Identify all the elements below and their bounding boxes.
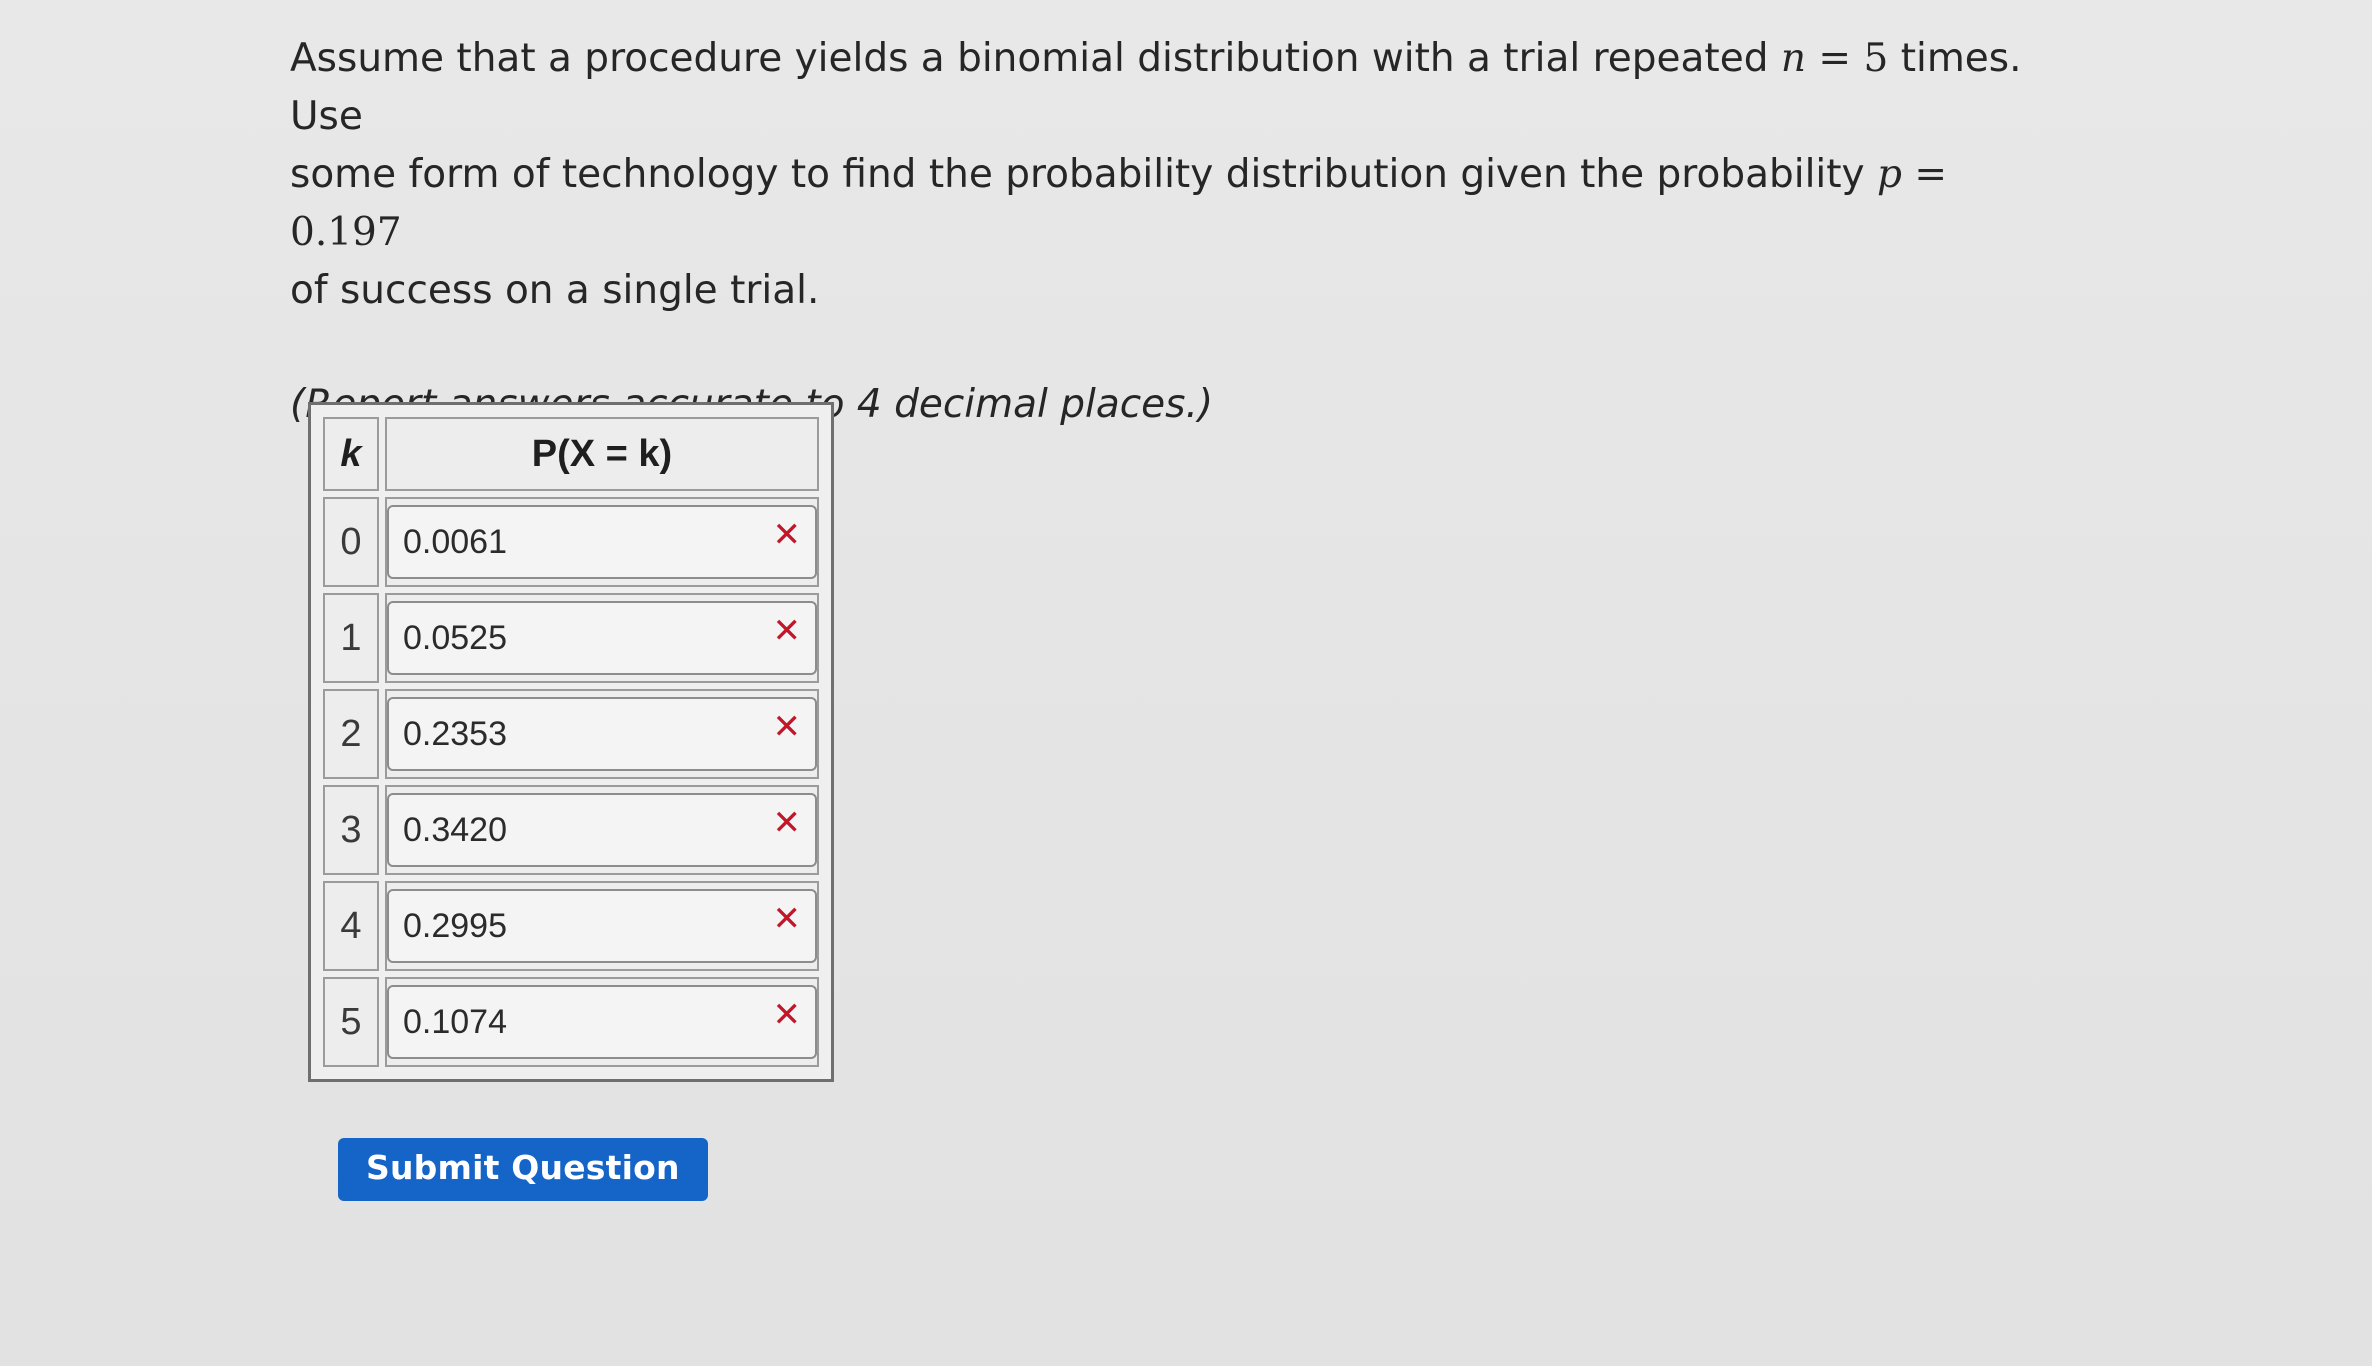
question-page: Assume that a procedure yields a binomia…: [290, 30, 2090, 430]
x-mark-icon: ✕: [772, 803, 802, 843]
table-row: 3 0.3420 ✕: [323, 785, 819, 875]
n-value: 5: [1863, 36, 1889, 81]
answer-value: 0.0525: [403, 618, 507, 657]
x-mark-icon: ✕: [772, 995, 802, 1035]
answer-value: 0.1074: [403, 1002, 507, 1041]
answer-input-3[interactable]: 0.3420 ✕: [387, 793, 817, 867]
var-p: p: [1877, 152, 1902, 197]
math-n: n = 5: [1781, 36, 1888, 81]
x-mark-icon: ✕: [772, 707, 802, 747]
probability-cell: 0.1074 ✕: [385, 977, 819, 1067]
var-n: n: [1780, 36, 1806, 81]
k-value-cell: 3: [323, 785, 379, 875]
answer-value: 0.0061: [403, 522, 507, 561]
answer-input-2[interactable]: 0.2353 ✕: [387, 697, 817, 771]
eq-sign: =: [1805, 36, 1864, 81]
k-value-cell: 2: [323, 689, 379, 779]
probability-cell: 0.2353 ✕: [385, 689, 819, 779]
answer-value: 0.3420: [403, 810, 507, 849]
table-header-row: k P(X = k): [323, 417, 819, 491]
probability-cell: 0.3420 ✕: [385, 785, 819, 875]
answer-value: 0.2995: [403, 906, 507, 945]
probability-cell: 0.0061 ✕: [385, 497, 819, 587]
x-mark-icon: ✕: [772, 899, 802, 939]
distribution-table: k P(X = k) 0 0.0061 ✕ 1 0.0525 ✕ 2 0.2353 ✕ 3 0.34…: [317, 411, 825, 1073]
table-row: 4 0.2995 ✕: [323, 881, 819, 971]
table-row: 5 0.1074 ✕: [323, 977, 819, 1067]
table-body: 0 0.0061 ✕ 1 0.0525 ✕ 2 0.2353 ✕ 3 0.3420 ✕ 4 0.2995 ✕…: [323, 497, 819, 1067]
distribution-table-container: k P(X = k) 0 0.0061 ✕ 1 0.0525 ✕ 2 0.2353 ✕ 3 0.34…: [308, 402, 834, 1082]
question-line3: of success on a single trial.: [290, 268, 820, 313]
header-k: k: [323, 417, 379, 491]
eq-sign: =: [1901, 152, 1948, 197]
x-mark-icon: ✕: [772, 515, 802, 555]
x-mark-icon: ✕: [772, 611, 802, 651]
question-line2: some form of technology to find the prob…: [290, 152, 1878, 197]
question-line1: Assume that a procedure yields a binomia…: [290, 36, 1781, 81]
k-value-cell: 0: [323, 497, 379, 587]
answer-value: 0.2353: [403, 714, 507, 753]
k-value-cell: 5: [323, 977, 379, 1067]
answer-input-5[interactable]: 0.1074 ✕: [387, 985, 817, 1059]
submit-question-button[interactable]: Submit Question: [338, 1138, 708, 1201]
answer-input-1[interactable]: 0.0525 ✕: [387, 601, 817, 675]
question-text: Assume that a procedure yields a binomia…: [290, 30, 2070, 320]
k-value-cell: 1: [323, 593, 379, 683]
table-row: 2 0.2353 ✕: [323, 689, 819, 779]
probability-cell: 0.2995 ✕: [385, 881, 819, 971]
answer-input-4[interactable]: 0.2995 ✕: [387, 889, 817, 963]
k-value-cell: 4: [323, 881, 379, 971]
table-row: 0 0.0061 ✕: [323, 497, 819, 587]
table-row: 1 0.0525 ✕: [323, 593, 819, 683]
header-probability: P(X = k): [385, 417, 819, 491]
answer-input-0[interactable]: 0.0061 ✕: [387, 505, 817, 579]
p-value: 0.197: [290, 210, 402, 255]
probability-cell: 0.0525 ✕: [385, 593, 819, 683]
